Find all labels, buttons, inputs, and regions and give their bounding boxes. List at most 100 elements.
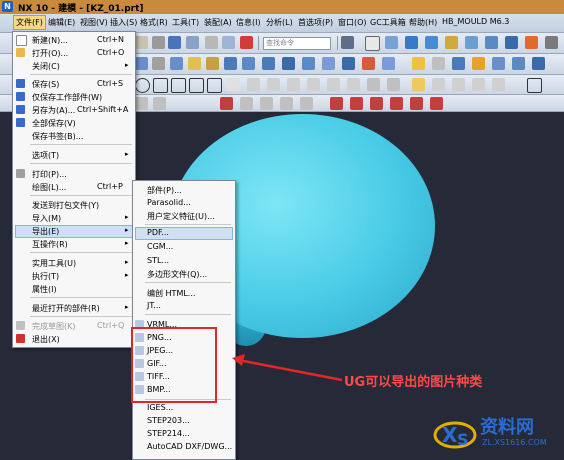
menu-analysis[interactable]: 分析(L) bbox=[266, 17, 293, 28]
trim-curve-icon[interactable] bbox=[287, 78, 300, 91]
menu-preferences[interactable]: 首选项(P) bbox=[298, 17, 333, 28]
shaded-icon[interactable] bbox=[425, 36, 438, 49]
mirror-icon[interactable] bbox=[362, 57, 375, 70]
file-menu-recent[interactable]: 最近打开的部件(R) bbox=[32, 303, 100, 314]
arc-icon[interactable] bbox=[189, 78, 204, 93]
command-finder-icon[interactable] bbox=[341, 36, 354, 49]
file-menu-save-work[interactable]: 仅保存工作部件(W) bbox=[32, 92, 102, 103]
export-cgm[interactable]: CGM... bbox=[147, 242, 173, 251]
file-menu-execute[interactable]: 执行(T) bbox=[32, 271, 59, 282]
filter-icon[interactable] bbox=[135, 97, 148, 110]
menu-view[interactable]: 视图(V) bbox=[80, 17, 108, 28]
measure-icon[interactable] bbox=[472, 57, 485, 70]
menu-hb-mould[interactable]: HB_MOULD M6.3 bbox=[442, 17, 509, 26]
zoom-icon[interactable] bbox=[385, 36, 398, 49]
unite-icon[interactable] bbox=[224, 57, 237, 70]
view-orient-icon[interactable] bbox=[405, 36, 418, 49]
sweep-icon[interactable] bbox=[512, 57, 525, 70]
snap-edge-icon[interactable] bbox=[370, 97, 383, 110]
mid-point-icon[interactable] bbox=[260, 97, 273, 110]
export-step203[interactable]: STEP203... bbox=[147, 416, 190, 425]
mesh-icon[interactable] bbox=[532, 57, 545, 70]
line-icon[interactable] bbox=[207, 78, 222, 93]
file-menu-save-all[interactable]: 全部保存(V) bbox=[32, 118, 76, 129]
file-menu-properties[interactable]: 属性(I) bbox=[32, 284, 57, 295]
file-menu-export[interactable]: 导出(E) bbox=[32, 226, 59, 237]
chamfer-icon[interactable] bbox=[282, 57, 295, 70]
rectangle-icon[interactable] bbox=[153, 78, 168, 93]
quadrant-icon[interactable] bbox=[300, 97, 313, 110]
layer-icon[interactable] bbox=[505, 36, 518, 49]
export-polygon[interactable]: 多边形文件(Q)... bbox=[147, 269, 207, 280]
sketch-icon[interactable] bbox=[412, 57, 425, 70]
analysis-icon[interactable] bbox=[525, 36, 538, 49]
project-icon[interactable] bbox=[347, 78, 360, 91]
snap-curve-icon[interactable] bbox=[330, 97, 343, 110]
menu-assembly[interactable]: 装配(A) bbox=[204, 17, 232, 28]
snap-face-icon[interactable] bbox=[350, 97, 363, 110]
file-menu-save-bookmark[interactable]: 保存书签(B)... bbox=[32, 131, 83, 142]
redo-icon[interactable] bbox=[186, 36, 199, 49]
more-icon[interactable] bbox=[545, 36, 558, 49]
offset-curve-icon[interactable] bbox=[327, 78, 340, 91]
file-menu-pack[interactable]: 发送到打包文件(Y) bbox=[32, 200, 99, 211]
export-html[interactable]: 编创 HTML... bbox=[147, 288, 195, 299]
boss-icon[interactable] bbox=[206, 57, 219, 70]
menu-gc-toolbox[interactable]: GC工具箱 bbox=[370, 17, 406, 28]
offset-icon[interactable] bbox=[492, 57, 505, 70]
file-menu-save-as[interactable]: 另存为(A)... bbox=[32, 105, 75, 116]
export-udf[interactable]: 用户定义特征(U)... bbox=[147, 211, 215, 222]
file-menu-interop[interactable]: 互操作(R) bbox=[32, 239, 68, 250]
file-menu-new[interactable]: 新建(N)... bbox=[32, 35, 68, 46]
snap-line-icon[interactable] bbox=[412, 78, 425, 91]
export-part[interactable]: 部件(P)... bbox=[147, 185, 182, 196]
undo-icon[interactable] bbox=[168, 36, 181, 49]
snap-perp-icon[interactable] bbox=[410, 97, 423, 110]
edge-blend-icon[interactable] bbox=[262, 57, 275, 70]
file-menu-exit[interactable]: 退出(X) bbox=[32, 334, 60, 345]
block-icon[interactable] bbox=[170, 57, 183, 70]
menu-insert[interactable]: 插入(S) bbox=[110, 17, 137, 28]
point-icon[interactable] bbox=[227, 78, 240, 91]
join-icon[interactable] bbox=[492, 78, 505, 91]
hole-icon[interactable] bbox=[188, 57, 201, 70]
file-menu-import[interactable]: 导入(M) bbox=[32, 213, 61, 224]
pattern-icon[interactable] bbox=[342, 57, 355, 70]
export-stl[interactable]: STL... bbox=[147, 256, 169, 265]
file-menu-plot[interactable]: 绘图(L)... bbox=[32, 182, 66, 193]
menu-help[interactable]: 帮助(H) bbox=[409, 17, 437, 28]
shell-icon[interactable] bbox=[302, 57, 315, 70]
constraint-icon[interactable] bbox=[367, 78, 380, 91]
center-icon[interactable] bbox=[280, 97, 293, 110]
rotate-icon[interactable] bbox=[445, 36, 458, 49]
snap-pole-icon[interactable] bbox=[430, 97, 443, 110]
copy-icon[interactable] bbox=[222, 36, 235, 49]
menu-file[interactable]: 文件(F) bbox=[13, 15, 46, 30]
surface-icon[interactable] bbox=[452, 57, 465, 70]
fillet-icon[interactable] bbox=[267, 78, 280, 91]
circle-icon[interactable] bbox=[135, 78, 150, 93]
export-pdf[interactable]: PDF... bbox=[147, 228, 169, 237]
export-iges[interactable]: IGES... bbox=[147, 403, 173, 412]
dimension-icon[interactable] bbox=[387, 78, 400, 91]
intersect-icon[interactable] bbox=[452, 78, 465, 91]
polygon-icon[interactable] bbox=[171, 78, 186, 93]
menu-info[interactable]: 信息(I) bbox=[236, 17, 261, 28]
draft-icon[interactable] bbox=[322, 57, 335, 70]
menu-edit[interactable]: 编辑(E) bbox=[48, 17, 75, 28]
trim-icon[interactable] bbox=[382, 57, 395, 70]
section-icon[interactable] bbox=[465, 36, 478, 49]
file-menu-print[interactable]: 打印(P)... bbox=[32, 169, 67, 180]
export-parasolid[interactable]: Parasolid... bbox=[147, 198, 191, 207]
revolve-icon[interactable] bbox=[152, 57, 165, 70]
file-menu-open[interactable]: 打开(O)... bbox=[32, 48, 68, 59]
menu-tools[interactable]: 工具(T) bbox=[172, 17, 199, 28]
export-jt[interactable]: JT... bbox=[147, 301, 161, 310]
file-menu-options[interactable]: 选项(T) bbox=[32, 150, 59, 161]
select-icon[interactable] bbox=[153, 97, 166, 110]
export-autocad[interactable]: AutoCAD DXF/DWG... bbox=[147, 442, 232, 451]
cut-icon[interactable] bbox=[205, 36, 218, 49]
spline-icon[interactable] bbox=[247, 78, 260, 91]
bridge-icon[interactable] bbox=[472, 78, 485, 91]
delete-icon[interactable] bbox=[240, 36, 253, 49]
